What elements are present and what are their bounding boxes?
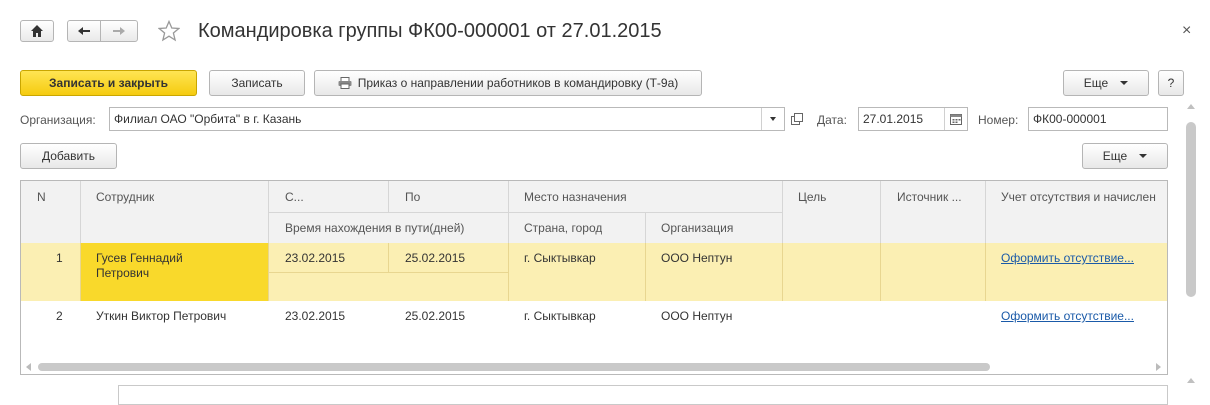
date-label: Дата: xyxy=(817,113,847,127)
column-header-source[interactable]: Источник ... xyxy=(897,190,977,204)
calendar-icon xyxy=(950,113,962,125)
organization-field[interactable]: Филиал ОАО "Орбита" в г. Казань xyxy=(109,107,785,131)
column-header-travel-time[interactable]: Время нахождения в пути(дней) xyxy=(285,221,464,235)
scroll-right-icon[interactable] xyxy=(1156,363,1161,371)
number-field[interactable]: ФК00-000001 xyxy=(1028,107,1168,131)
arrow-right-icon xyxy=(113,27,125,35)
more-actions-label: Еще xyxy=(1083,76,1109,90)
date-from: 23.02.2015 xyxy=(285,251,346,265)
add-button[interactable]: Добавить xyxy=(20,143,117,169)
row-number: 2 xyxy=(56,309,63,323)
page-title: Командировка группы ФК00-000001 от 27.01… xyxy=(198,20,662,42)
scroll-left-icon[interactable] xyxy=(26,363,31,371)
organization-value: Филиал ОАО "Орбита" в г. Казань xyxy=(114,112,302,126)
city: г. Сыктывкар xyxy=(524,309,596,323)
help-button[interactable]: ? xyxy=(1158,70,1184,96)
column-header-to[interactable]: По xyxy=(405,190,420,204)
organization: ООО Нептун xyxy=(661,251,733,265)
scroll-up-icon[interactable] xyxy=(1187,104,1195,109)
register-absence-link[interactable]: Оформить отсутствие... xyxy=(1001,251,1134,265)
chevron-down-icon xyxy=(770,117,776,121)
date-from: 23.02.2015 xyxy=(285,309,346,323)
column-header-employee[interactable]: Сотрудник xyxy=(96,190,154,204)
date-value: 27.01.2015 xyxy=(863,112,924,126)
calendar-button[interactable] xyxy=(944,108,967,130)
organization-label: Организация: xyxy=(20,113,96,127)
comment-field[interactable] xyxy=(118,385,1168,405)
number-label: Номер: xyxy=(978,113,1019,127)
horizontal-scroll-thumb[interactable] xyxy=(38,363,990,371)
date-to: 25.02.2015 xyxy=(405,251,466,265)
forward-button[interactable] xyxy=(100,20,138,42)
save-button[interactable]: Записать xyxy=(209,70,305,96)
city: г. Сыктывкар xyxy=(524,251,596,265)
chevron-down-icon xyxy=(1139,154,1148,158)
more-actions-button[interactable]: Еще xyxy=(1063,70,1149,96)
home-button[interactable] xyxy=(20,20,54,42)
printer-icon xyxy=(338,77,352,89)
open-organization-button[interactable] xyxy=(789,111,805,127)
column-header-n[interactable]: N xyxy=(37,190,46,204)
back-button[interactable] xyxy=(67,20,101,42)
column-header-country-city[interactable]: Страна, город xyxy=(524,221,602,235)
organization-dropdown-button[interactable] xyxy=(761,108,784,130)
row-number: 1 xyxy=(56,251,63,265)
employee-name-line1: Гусев Геннадий xyxy=(96,251,183,265)
table-row[interactable]: 2 Уткин Виктор Петрович 23.02.2015 25.02… xyxy=(21,301,1167,359)
save-and-close-button[interactable]: Записать и закрыть xyxy=(20,70,197,96)
table-row[interactable]: 1 Гусев Геннадий Петрович 23.02.2015 25.… xyxy=(21,243,1167,301)
register-absence-link[interactable]: Оформить отсутствие... xyxy=(1001,309,1134,323)
table-more-button[interactable]: Еще xyxy=(1082,143,1168,169)
employee-name: Уткин Виктор Петрович xyxy=(96,309,227,323)
table-more-label: Еще xyxy=(1102,149,1128,163)
favorite-star-icon[interactable] xyxy=(157,19,181,45)
column-header-destination[interactable]: Место назначения xyxy=(524,190,627,204)
column-header-purpose[interactable]: Цель xyxy=(798,190,826,204)
close-icon[interactable]: × xyxy=(1182,22,1191,40)
business-trip-table[interactable]: N Сотрудник С... По Место назначения Цел… xyxy=(20,180,1168,375)
scroll-indicator-icon xyxy=(1187,378,1195,383)
horizontal-scrollbar[interactable] xyxy=(20,361,1168,373)
column-header-organization[interactable]: Организация xyxy=(661,221,733,235)
print-order-button[interactable]: Приказ о направлении работников в команд… xyxy=(314,70,702,96)
employee-name-line2: Петрович xyxy=(96,266,150,280)
date-field[interactable]: 27.01.2015 xyxy=(858,107,968,131)
organization: ООО Нептун xyxy=(661,309,733,323)
home-icon xyxy=(31,25,43,37)
arrow-left-icon xyxy=(78,27,90,35)
chevron-down-icon xyxy=(1120,81,1129,85)
column-header-absence[interactable]: Учет отсутствия и начислен xyxy=(1001,190,1167,204)
date-to: 25.02.2015 xyxy=(405,309,466,323)
open-window-icon xyxy=(791,113,803,125)
vertical-scroll-thumb[interactable] xyxy=(1186,122,1196,297)
print-order-label: Приказ о направлении работников в команд… xyxy=(357,76,679,90)
column-header-from[interactable]: С... xyxy=(285,190,304,204)
